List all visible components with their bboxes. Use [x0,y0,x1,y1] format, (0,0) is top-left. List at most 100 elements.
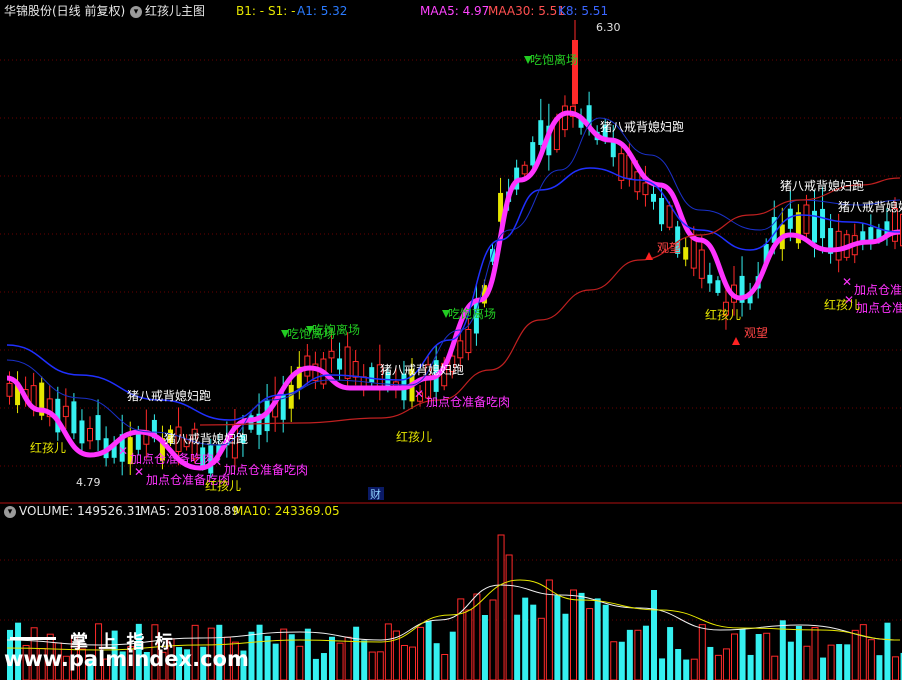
stock-title[interactable]: 华锦股份(日线 前复权) [4,2,125,20]
signal-label: 猪八戒背媳妇跑 [164,431,248,446]
volume-bar [618,641,625,680]
volume-bar [384,623,392,680]
volume-bar [433,643,440,680]
volume-bar [256,624,263,680]
volume-bar [867,639,875,680]
candle-body [288,384,294,409]
candle-body [835,230,842,261]
candle-body [666,205,673,228]
volume-bar [690,658,698,680]
ma10-curve [6,167,901,421]
moving-averages [6,110,901,471]
signal-label: 加点仓准备吃肉 [426,395,510,409]
cross-marker-icon: ✕ [118,444,128,458]
volume-bar [304,628,311,680]
volume-bar [884,622,891,680]
volume-bar [361,640,368,680]
candle-body [328,350,335,359]
watermark-url: www.palmindex.com [4,647,249,671]
volume-bar [514,614,521,680]
volume-bar [851,629,859,680]
candle-body [79,420,85,444]
volume-bar [876,655,883,680]
volume-bar [714,654,722,680]
volume-bar [844,644,851,680]
volume-bar [667,627,674,680]
signal-label: 红孩儿 [30,440,66,455]
volume-bar [811,626,819,680]
volume-bar [642,625,649,680]
b1-value: B1: - [236,4,265,18]
buy-arrow-icon [645,252,653,260]
volume-bar [497,534,505,680]
signal-label: 观望 [744,326,768,340]
volume-bar [272,643,279,680]
volume-bar [336,642,344,680]
volume-bar [755,634,762,680]
candle-body [690,237,697,269]
volume-bar [481,615,488,680]
candle-body [87,428,93,442]
volume-bar [771,655,779,680]
volume-bar [602,604,609,680]
volume-bar [836,644,843,680]
cross-marker-icon: ✕ [134,465,144,479]
volume-ma10: MA10: 243369.05 [233,504,340,518]
volume-bar [457,598,465,680]
chevron-down-icon[interactable]: ▾ [130,5,142,18]
volume-bar [264,635,271,680]
signal-label: 吃饱离场 [530,52,578,67]
candle-body [344,346,351,379]
volume-bar [763,632,771,680]
signal-label: 吃饱离场 [448,306,496,321]
candle-body [651,193,656,202]
volume-bar [803,645,811,680]
volume-bar [409,646,416,680]
volume-bar [344,636,352,680]
volume-bar [320,653,327,680]
ma5-curve [6,110,901,471]
volume-bar [248,631,255,680]
volume-bar [698,624,706,680]
candle-body [457,340,464,359]
candle-body [521,164,528,175]
signal-label: 加点仓准备吃肉 [856,301,902,315]
signal-label: 加点仓准 [854,283,902,297]
indicator-selector[interactable]: ▾ 红孩儿主图 [130,2,205,20]
candle-body [634,171,641,193]
volume-bar [522,597,529,680]
volume-bar [731,633,738,680]
volume-bar [465,609,473,680]
s1-value: S1: - [268,4,296,18]
volume-bar [892,656,899,680]
signal-label: 猪八戒背媳妇跑 [127,388,211,403]
volume-bar [368,651,376,680]
volume-bar [787,641,794,680]
candle-body [6,382,13,397]
candle-body [698,249,705,279]
maa5-value: MAA5: 4.97 [420,4,490,18]
chevron-down-icon[interactable]: ▾ [4,505,16,518]
volume-bar [562,613,569,680]
signal-label: 加点仓准备吃肉 [130,452,214,466]
volume-bar [820,657,827,680]
indicator-name: 红孩儿主图 [145,4,206,18]
volume-bar [659,658,666,680]
volume-grid [0,559,902,621]
a1-value: A1: 5.32 [297,4,348,18]
volume-bar [505,554,513,680]
cross-marker-icon: ✕ [212,455,222,469]
candle-body [715,280,721,293]
stock-chart[interactable]: 吃饱离场吃饱离场吃饱离场吃饱离场猪八戒背媳妇跑猪八戒背媳妇跑猪八戒背媳妇跑猪八戒… [0,0,902,680]
signal-label: 红孩儿 [205,478,241,493]
volume-bar [722,648,730,680]
candle-body [538,120,544,145]
candle-body [803,204,810,234]
volume-bar [594,598,601,680]
volume-bar [376,651,384,680]
watermark-underline [10,637,56,640]
signal-label: 猪八戒背媳妇跑 [838,199,902,214]
candlesticks [6,20,902,478]
event-marker[interactable]: 财 [370,487,381,501]
volume-selector[interactable]: ▾ VOLUME: 149526.31 [4,502,142,520]
